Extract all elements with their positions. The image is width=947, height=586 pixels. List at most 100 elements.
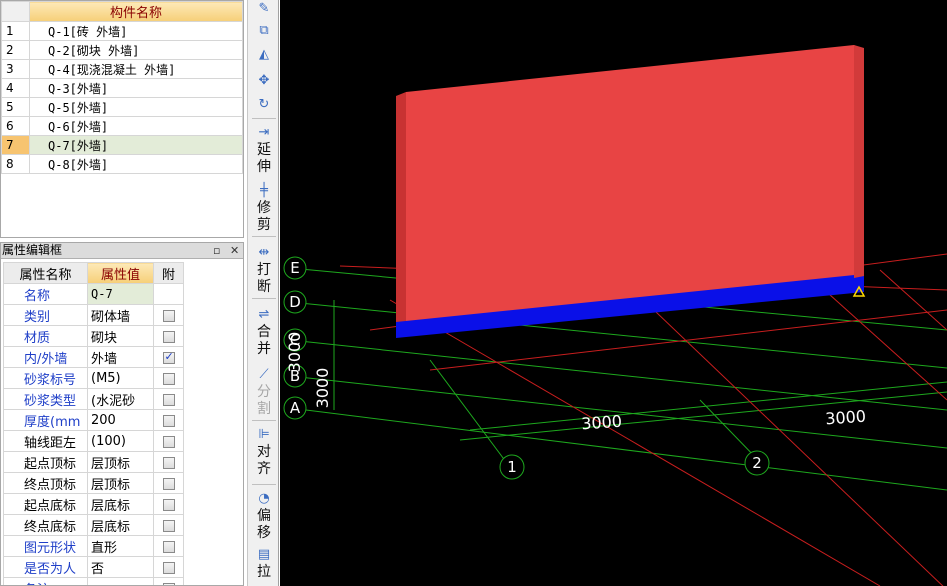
attach-checkbox[interactable] <box>162 372 175 385</box>
attach-checkbox[interactable] <box>162 330 175 343</box>
mirror-button[interactable]: ◭ <box>248 46 280 64</box>
3d-viewport[interactable]: E D C B A 1 2 3000 3000 3000 3000 <box>280 0 947 586</box>
attach-checkbox[interactable] <box>162 540 175 553</box>
trim-label: 修剪 <box>257 200 271 233</box>
property-value[interactable]: 否 <box>87 556 154 578</box>
property-name: 名称 <box>3 283 88 305</box>
attach-checkbox[interactable] <box>162 309 175 322</box>
property-row[interactable]: 厚度(mm 200 <box>3 409 184 431</box>
component-row-name[interactable]: Q-3[外墙] <box>29 78 243 98</box>
attach-checkbox[interactable] <box>162 519 175 532</box>
attach-checkbox[interactable] <box>162 477 175 490</box>
property-value[interactable]: 200 <box>87 409 154 431</box>
break-label: 打断 <box>257 262 271 295</box>
property-panel-titlebar[interactable]: 属性编辑框 ▫ ✕ <box>1 243 243 259</box>
property-row[interactable]: 轴线距左 (100) <box>3 430 184 452</box>
copy-icon: ⧉ <box>259 23 269 38</box>
component-row[interactable]: 7 Q-7[外墙] <box>1 135 243 155</box>
close-icon[interactable]: ✕ <box>230 243 239 258</box>
attach-checkbox[interactable] <box>162 435 175 448</box>
property-row[interactable]: 内/外墙 外墙 <box>3 346 184 368</box>
component-row-name[interactable]: Q-4[现浇混凝土 外墙] <box>29 59 243 79</box>
component-row[interactable]: 5 Q-5[外墙] <box>1 97 243 117</box>
break-button[interactable]: ⇹ 打断 <box>248 244 280 296</box>
property-row[interactable]: 起点顶标 层顶标 <box>3 451 184 473</box>
property-row[interactable]: 终点底标 层底标 <box>3 514 184 536</box>
property-value[interactable]: Q-7 <box>87 283 154 305</box>
move-icon: ✥ <box>258 73 270 88</box>
attach-cell <box>153 346 184 368</box>
property-row[interactable]: 起点底标 层底标 <box>3 493 184 515</box>
attach-cell <box>153 451 184 473</box>
attach-cell <box>153 514 184 536</box>
move-button[interactable]: ✥ <box>248 72 280 90</box>
property-value[interactable]: (M5) <box>87 367 154 389</box>
property-value[interactable]: 层顶标 <box>87 472 154 494</box>
property-value[interactable] <box>87 577 154 585</box>
property-row[interactable]: 砂浆类型 (水泥砂 <box>3 388 184 410</box>
property-value[interactable]: 外墙 <box>87 346 154 368</box>
property-value[interactable]: 直形 <box>87 535 154 557</box>
scene-canvas[interactable]: EDCBA1 23000 300030003000 <box>280 0 947 586</box>
trim-button[interactable]: ╪ 修剪 <box>248 182 280 234</box>
property-row[interactable]: 材质 砌块 <box>3 325 184 347</box>
toolbar-separator <box>252 236 276 237</box>
attach-cell <box>153 283 184 305</box>
property-value[interactable]: 砌块 <box>87 325 154 347</box>
property-row[interactable]: 备注 <box>3 577 184 585</box>
property-row[interactable]: 名称 Q-7 <box>3 283 184 305</box>
attach-checkbox[interactable] <box>162 456 175 469</box>
align-button[interactable]: ⊫ 对齐 <box>248 426 280 478</box>
component-row[interactable]: 1 Q-1[砖 外墙] <box>1 21 243 41</box>
attach-cell <box>153 367 184 389</box>
attach-checkbox[interactable] <box>162 582 175 585</box>
property-value[interactable]: 层底标 <box>87 514 154 536</box>
attach-cell <box>153 388 184 410</box>
copy-button[interactable]: ⧉ <box>248 22 280 40</box>
attach-cell <box>153 493 184 515</box>
component-row-name[interactable]: Q-1[砖 外墙] <box>29 21 243 41</box>
component-row-name[interactable]: Q-7[外墙] <box>29 135 243 155</box>
component-name-header[interactable]: 构件名称 <box>29 1 243 22</box>
component-row[interactable]: 6 Q-6[外墙] <box>1 116 243 136</box>
component-row-name[interactable]: Q-2[砌块 外墙] <box>29 40 243 60</box>
component-row[interactable]: 3 Q-4[现浇混凝土 外墙] <box>1 59 243 79</box>
offset-button[interactable]: ◔ 偏移 <box>248 490 280 542</box>
extend-icon: ⇥ <box>258 125 270 140</box>
dimension-label: 3000 <box>825 407 867 429</box>
attach-checkbox[interactable] <box>162 561 175 574</box>
component-row[interactable]: 8 Q-8[外墙] <box>1 154 243 174</box>
property-value[interactable]: 砌体墙 <box>87 304 154 326</box>
rotate-button[interactable]: ↻ <box>248 96 280 114</box>
property-row[interactable]: 图元形状 直形 <box>3 535 184 557</box>
property-row[interactable]: 终点顶标 层顶标 <box>3 472 184 494</box>
component-row-name[interactable]: Q-6[外墙] <box>29 116 243 136</box>
extend-button[interactable]: ⇥ 延伸 <box>248 124 280 176</box>
property-value[interactable]: (水泥砂 <box>87 388 154 410</box>
component-row-name[interactable]: Q-5[外墙] <box>29 97 243 117</box>
attach-checkbox[interactable] <box>162 350 175 364</box>
dimension-line <box>459 391 947 441</box>
split-button[interactable]: ⟋ 分割 <box>248 366 280 418</box>
property-name: 图元形状 <box>3 535 88 557</box>
property-row[interactable]: 类别 砌体墙 <box>3 304 184 326</box>
property-row[interactable]: 砂浆标号 (M5) <box>3 367 184 389</box>
attach-checkbox[interactable] <box>162 498 175 511</box>
axis-row-label: A <box>290 399 301 417</box>
component-row-index: 1 <box>1 21 30 41</box>
pen-button[interactable]: ✎ <box>248 0 280 18</box>
component-row-name[interactable]: Q-8[外墙] <box>29 154 243 174</box>
stretch-button[interactable]: ▤ 拉 <box>248 546 280 581</box>
property-value[interactable]: (100) <box>87 430 154 452</box>
merge-button[interactable]: ⇌ 合并 <box>248 306 280 358</box>
component-row[interactable]: 4 Q-3[外墙] <box>1 78 243 98</box>
component-row-index: 3 <box>1 59 30 79</box>
component-row-index: 4 <box>1 78 30 98</box>
property-value[interactable]: 层顶标 <box>87 451 154 473</box>
attach-checkbox[interactable] <box>162 393 175 406</box>
property-row[interactable]: 是否为人否 <box>3 556 184 578</box>
pin-icon[interactable]: ▫ <box>213 243 220 258</box>
component-row[interactable]: 2 Q-2[砌块 外墙] <box>1 40 243 60</box>
property-value[interactable]: 层底标 <box>87 493 154 515</box>
attach-checkbox[interactable] <box>162 414 175 427</box>
